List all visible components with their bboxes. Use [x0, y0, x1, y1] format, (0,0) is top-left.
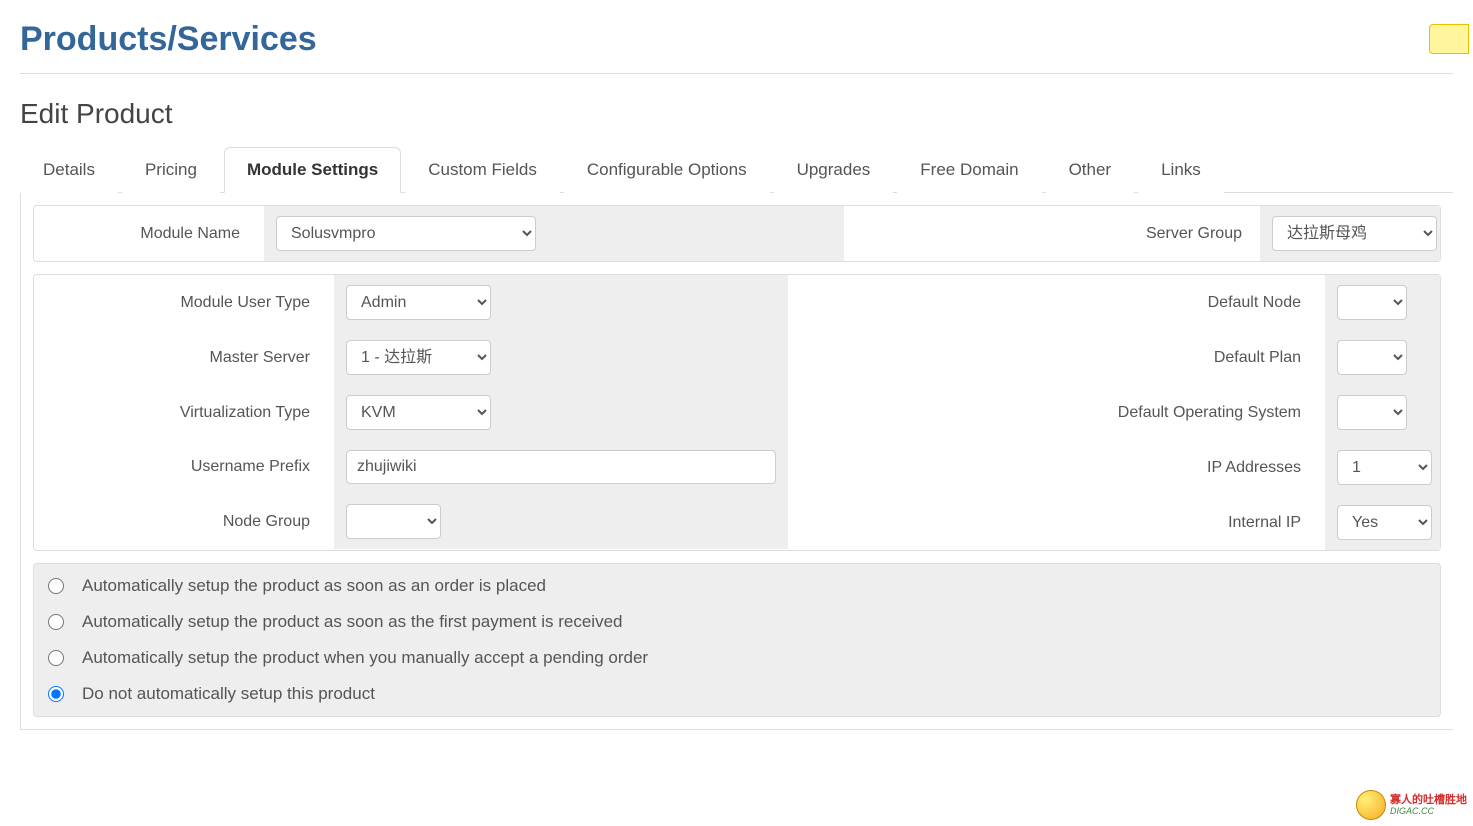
module-name-select[interactable]: Solusvmpro	[276, 216, 536, 251]
tab-upgrades[interactable]: Upgrades	[774, 147, 894, 193]
tab-pricing[interactable]: Pricing	[122, 147, 220, 193]
page-title: Products/Services	[20, 0, 1453, 74]
module-user-type-label: Module User Type	[34, 280, 334, 326]
server-group-select[interactable]: 达拉斯母鸡	[1272, 216, 1437, 251]
tabs: Details Pricing Module Settings Custom F…	[20, 146, 1453, 193]
default-node-label: Default Node	[788, 280, 1325, 326]
watermark-icon	[1356, 790, 1386, 820]
ip-addresses-label: IP Addresses	[788, 445, 1325, 491]
watermark-subtext: DIGAC.CC	[1390, 806, 1467, 816]
virtualization-type-label: Virtualization Type	[34, 390, 334, 436]
default-node-select[interactable]	[1337, 285, 1407, 320]
section-title: Edit Product	[20, 74, 1453, 146]
tab-other[interactable]: Other	[1046, 147, 1135, 193]
node-group-select[interactable]	[346, 504, 441, 539]
server-group-label: Server Group	[844, 211, 1260, 257]
node-group-label: Node Group	[34, 499, 334, 545]
help-button[interactable]	[1429, 24, 1469, 54]
setup-option-label: Do not automatically setup this product	[82, 684, 375, 704]
default-os-label: Default Operating System	[788, 390, 1325, 436]
settings-grid: Module User Type Admin Master Server 1 -…	[33, 274, 1441, 551]
tab-details[interactable]: Details	[20, 147, 118, 193]
default-plan-label: Default Plan	[788, 335, 1325, 381]
master-server-select[interactable]: 1 - 达拉斯	[346, 340, 491, 375]
setup-radio-manual[interactable]	[48, 650, 64, 666]
username-prefix-label: Username Prefix	[34, 444, 334, 490]
watermark: 寡人的吐槽胜地 DIGAC.CC	[1356, 790, 1467, 820]
tab-configurable-options[interactable]: Configurable Options	[564, 147, 770, 193]
virtualization-type-select[interactable]: KVM	[346, 395, 491, 430]
ip-addresses-select[interactable]: 1	[1337, 450, 1432, 485]
setup-radio-payment[interactable]	[48, 614, 64, 630]
setup-option-label: Automatically setup the product when you…	[82, 648, 648, 668]
setup-option-order[interactable]: Automatically setup the product as soon …	[34, 568, 1440, 604]
default-os-select[interactable]	[1337, 395, 1407, 430]
auto-setup-panel: Automatically setup the product as soon …	[33, 563, 1441, 717]
tab-custom-fields[interactable]: Custom Fields	[405, 147, 560, 193]
username-prefix-input[interactable]	[346, 450, 776, 484]
setup-radio-order[interactable]	[48, 578, 64, 594]
master-server-label: Master Server	[34, 335, 334, 381]
tab-free-domain[interactable]: Free Domain	[897, 147, 1041, 193]
module-name-label: Module Name	[34, 211, 264, 257]
setup-option-payment[interactable]: Automatically setup the product as soon …	[34, 604, 1440, 640]
tab-module-settings[interactable]: Module Settings	[224, 147, 401, 193]
setup-option-label: Automatically setup the product as soon …	[82, 576, 546, 596]
module-name-panel: Module Name Solusvmpro Server Group 达拉斯母…	[33, 205, 1441, 262]
setup-option-manual[interactable]: Automatically setup the product when you…	[34, 640, 1440, 676]
setup-option-none[interactable]: Do not automatically setup this product	[34, 676, 1440, 712]
watermark-text: 寡人的吐槽胜地	[1390, 795, 1467, 806]
module-settings-panel: Module Name Solusvmpro Server Group 达拉斯母…	[20, 193, 1453, 730]
tab-links[interactable]: Links	[1138, 147, 1224, 193]
internal-ip-label: Internal IP	[788, 500, 1325, 546]
module-user-type-select[interactable]: Admin	[346, 285, 491, 320]
setup-option-label: Automatically setup the product as soon …	[82, 612, 623, 632]
internal-ip-select[interactable]: Yes	[1337, 505, 1432, 540]
default-plan-select[interactable]	[1337, 340, 1407, 375]
setup-radio-none[interactable]	[48, 686, 64, 702]
